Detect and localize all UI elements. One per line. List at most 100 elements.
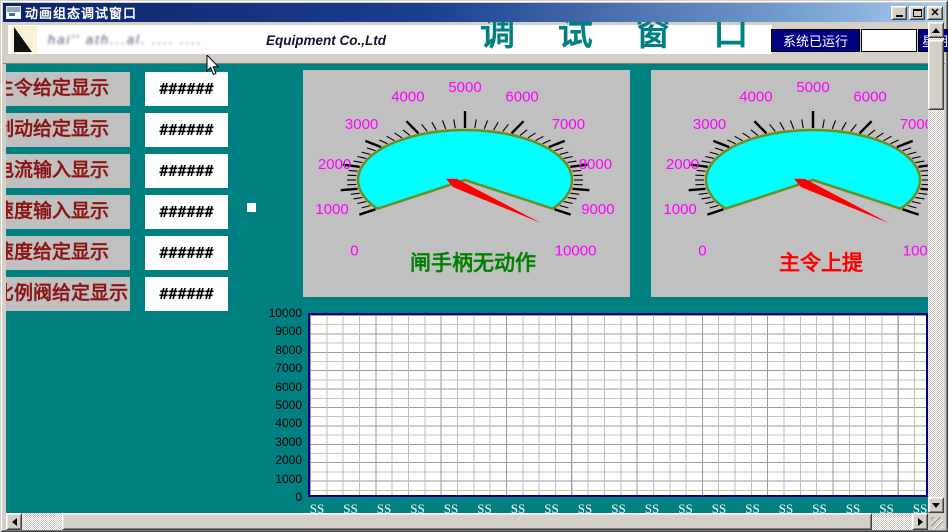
gauge-scale-label: 3000 [693, 116, 726, 133]
scroll-down-button[interactable] [928, 497, 944, 513]
y-axis-tick-label: 7000 [234, 361, 302, 375]
gauge-scale-label: 2000 [318, 156, 351, 173]
white-marker-square [247, 203, 256, 212]
arrow-down-icon [932, 503, 940, 508]
gauge-scale-label: 10000 [555, 243, 597, 260]
app-icon [6, 6, 21, 19]
x-axis-tick-label: SS [803, 501, 837, 513]
gauge-scale-label: 6000 [505, 89, 538, 106]
x-axis-tick-label: SS [568, 501, 602, 513]
window-title: 动画组态调试窗口 [25, 3, 137, 22]
x-axis-tick-label: SS [635, 501, 669, 513]
gauge-caption: 主令上提 [779, 251, 864, 275]
minimize-icon [896, 15, 903, 17]
y-axis-tick-label: 8000 [234, 343, 302, 357]
display-value-box[interactable]: ###### [145, 154, 228, 188]
x-axis-tick-label: SS [434, 501, 468, 513]
display-value-box[interactable]: ###### [145, 72, 228, 106]
x-axis-tick-label: SS [870, 501, 904, 513]
gauge-scale-label: 0 [350, 243, 358, 260]
y-axis-tick-label: 6000 [234, 380, 302, 394]
vertical-scrollbar-thumb[interactable] [928, 40, 944, 110]
scroll-up-button[interactable] [928, 22, 944, 38]
y-axis-tick-label: 3000 [234, 435, 302, 449]
app-window: 动画组态调试窗口 ✕ 调 试 窗 口 hai'' ath...al. .... … [0, 0, 948, 532]
gauge-scale-label: 2000 [666, 156, 699, 173]
gauge-scale-label: 6000 [853, 89, 886, 106]
gauge-scale-label: 7000 [552, 116, 585, 133]
display-label: 速度输入显示 [6, 195, 130, 229]
client-area: 主令给定显示 ###### 制动给定显示 ###### 电流输入显示 ###### 速度输入… [6, 64, 928, 513]
x-axis-tick-label: SS [702, 501, 736, 513]
system-running-badge: 系统已运行 [771, 29, 860, 52]
display-value-box[interactable]: ###### [145, 277, 228, 311]
gauge-scale-label: 4000 [739, 89, 772, 106]
gauge-scale-label: 1000 [315, 201, 348, 218]
x-axis-tick-label: SS [769, 501, 803, 513]
header-band: 调 试 窗 口 hai'' ath...al. .... .... Equipm… [3, 22, 945, 64]
x-axis-tick-label: SS [401, 501, 435, 513]
scroll-right-button[interactable] [912, 513, 928, 530]
maximize-button[interactable] [909, 6, 925, 20]
gauge-scale-label: 0 [698, 243, 706, 260]
display-label: 速度给定显示 [6, 236, 130, 270]
x-axis-tick-label: SS [669, 501, 703, 513]
scroll-left-button[interactable] [6, 513, 22, 530]
display-value-box[interactable]: ###### [145, 195, 228, 229]
display-label: 电流输入显示 [6, 154, 130, 188]
clock-display-box[interactable] [861, 29, 917, 52]
gauge-panel-master-command: 0100020003000400050006000700080009000100… [651, 70, 928, 297]
display-value-box[interactable]: ###### [145, 113, 228, 147]
gauge-dial: 0100020003000400050006000700080009000100… [651, 70, 928, 297]
display-label: 比例阀给定显示 [6, 277, 130, 311]
display-label: 制动给定显示 [6, 113, 130, 147]
display-label: 主令给定显示 [6, 72, 130, 106]
x-axis-tick-label: SS [736, 501, 770, 513]
gauge-scale-label: 5000 [448, 79, 481, 96]
x-axis-tick-label: SS [468, 501, 502, 513]
gauge-caption: 闸手柄无动作 [410, 251, 536, 275]
x-axis-tick-label: SS [300, 501, 334, 513]
x-axis-tick-label: SS [836, 501, 870, 513]
gauge-panel-brake-handle: 0 1000 2000 3000 4000 5000 6000 7000 8000 9000 100… [303, 70, 630, 297]
gauge-scale-label: 7000 [900, 116, 928, 133]
gauge-scale-label: 4000 [391, 89, 424, 106]
close-icon: ✕ [930, 8, 939, 18]
arrow-right-icon [918, 518, 923, 526]
company-logo-icon [11, 26, 37, 53]
y-axis-tick-label: 0 [234, 490, 302, 504]
x-axis-tick-label: SS [334, 501, 368, 513]
company-script-text: hai'' ath...al. .... .... [48, 32, 203, 47]
minimize-button[interactable] [891, 6, 907, 20]
vertical-scrollbar[interactable] [928, 22, 944, 513]
title-bar[interactable]: 动画组态调试窗口 ✕ [3, 3, 945, 22]
gauge-scale-label: 1000 [663, 201, 696, 218]
arrow-up-icon [932, 28, 940, 33]
close-button[interactable]: ✕ [927, 6, 943, 20]
y-axis-tick-label: 2000 [234, 453, 302, 467]
y-axis-tick-label: 9000 [234, 324, 302, 338]
display-value-box[interactable]: ###### [145, 236, 228, 270]
maximize-icon [913, 9, 922, 17]
gauge-scale-label: 5000 [796, 79, 829, 96]
y-axis-tick-label: 5000 [234, 398, 302, 412]
gauge-dial: 0 1000 2000 3000 4000 5000 6000 7000 8000 9000 100… [303, 70, 630, 297]
resize-grip[interactable] [928, 513, 944, 530]
trend-chart-plot [308, 313, 928, 497]
y-axis-tick-label: 1000 [234, 472, 302, 486]
arrow-left-icon [12, 518, 17, 526]
x-axis-tick-label: SS [535, 501, 569, 513]
x-axis-tick-label: SS [903, 501, 928, 513]
gauge-scale-label: 10000 [903, 243, 928, 260]
y-axis-tick-label: 10000 [234, 306, 302, 320]
y-axis-tick-label: 4000 [234, 416, 302, 430]
gauge-scale-label: 9000 [581, 201, 614, 218]
gauge-scale-label: 8000 [579, 156, 612, 173]
mouse-cursor [206, 55, 220, 76]
gauge-scale-label: 3000 [345, 116, 378, 133]
x-axis-tick-label: SS [367, 501, 401, 513]
company-name: Equipment Co.,Ltd [266, 33, 386, 48]
horizontal-scrollbar-thumb[interactable] [62, 513, 872, 530]
x-axis-tick-label: SS [501, 501, 535, 513]
horizontal-scrollbar[interactable] [6, 513, 928, 530]
